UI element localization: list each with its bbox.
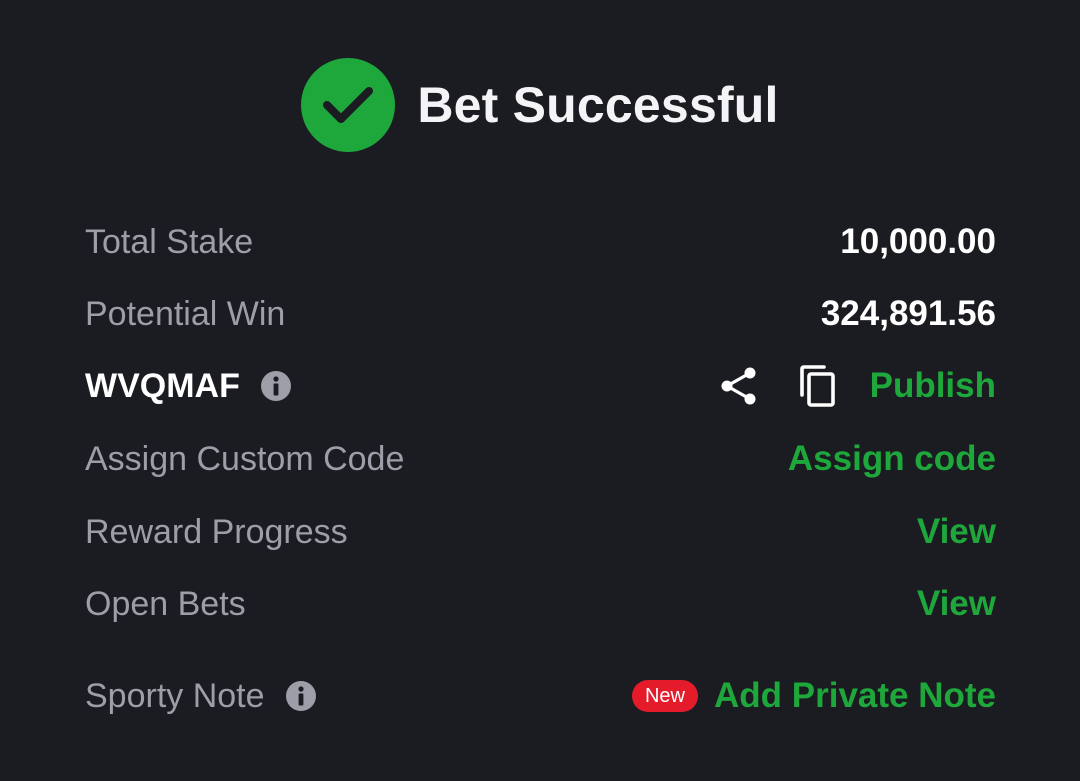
bet-success-panel: Bet Successful Total Stake 10,000.00 Pot… xyxy=(0,0,1080,781)
total-stake-value: 10,000.00 xyxy=(840,222,996,261)
potential-win-label: Potential Win xyxy=(85,294,286,333)
booking-code-label: WVQMAF xyxy=(85,367,292,406)
assign-code-button[interactable]: Assign code xyxy=(788,439,996,479)
publish-button[interactable]: Publish xyxy=(870,366,996,406)
booking-code-row: WVQMAF Publish xyxy=(85,361,996,411)
total-stake-row: Total Stake 10,000.00 xyxy=(85,217,996,267)
reward-progress-row: Reward Progress View xyxy=(85,507,996,557)
copy-icon[interactable] xyxy=(797,364,837,408)
sporty-note-actions: New Add Private Note xyxy=(631,676,996,716)
info-icon[interactable] xyxy=(285,680,317,712)
reward-progress-view-button[interactable]: View xyxy=(917,512,996,552)
reward-progress-label: Reward Progress xyxy=(85,512,348,551)
sporty-note-label: Sporty Note xyxy=(85,677,317,716)
open-bets-label: Open Bets xyxy=(85,584,246,623)
add-private-note-button[interactable]: Add Private Note xyxy=(714,676,996,716)
open-bets-row: Open Bets View xyxy=(85,579,996,629)
booking-code-text: WVQMAF xyxy=(85,366,240,405)
potential-win-value: 324,891.56 xyxy=(820,294,996,333)
share-icon[interactable] xyxy=(719,366,759,406)
check-circle-icon xyxy=(301,58,396,152)
new-badge: New xyxy=(631,680,698,712)
info-icon[interactable] xyxy=(260,370,292,402)
sporty-note-row: Sporty Note New Add Private Note xyxy=(85,671,996,721)
sporty-note-text: Sporty Note xyxy=(85,676,265,715)
booking-code-actions: Publish xyxy=(719,364,996,408)
custom-code-row: Assign Custom Code Assign code xyxy=(85,434,996,484)
page-title: Bet Successful xyxy=(417,77,779,133)
success-header: Bet Successful xyxy=(0,57,1080,153)
potential-win-row: Potential Win 324,891.56 xyxy=(85,289,996,339)
custom-code-label: Assign Custom Code xyxy=(85,439,405,478)
total-stake-label: Total Stake xyxy=(85,222,254,261)
open-bets-view-button[interactable]: View xyxy=(917,584,996,624)
